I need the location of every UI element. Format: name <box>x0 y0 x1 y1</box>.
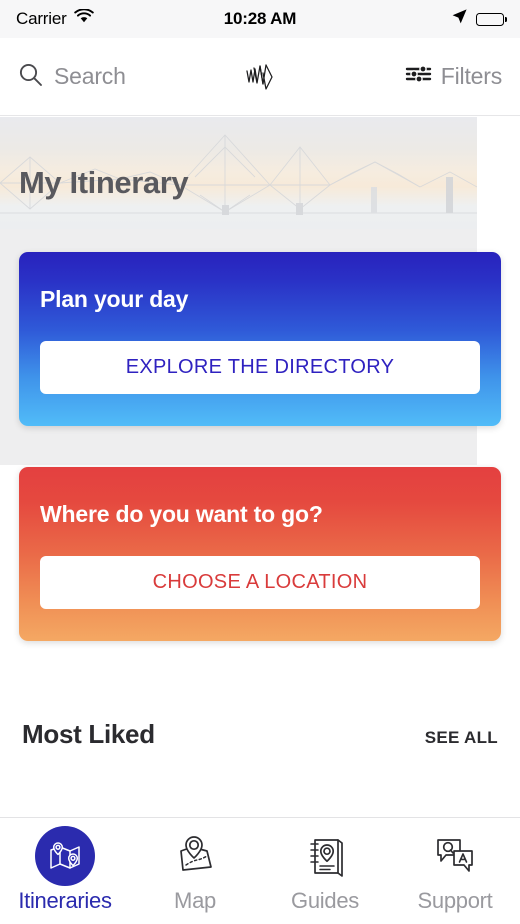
tab-label-itineraries: Itineraries <box>18 888 112 913</box>
notebook-pin-icon <box>293 830 357 882</box>
explore-the-directory-button[interactable]: EXPLORE THE DIRECTORY <box>40 341 480 394</box>
tab-map[interactable]: Map <box>130 818 260 924</box>
status-bar-left: Carrier <box>16 8 260 29</box>
promo-card-plan-your-day[interactable]: Plan your day EXPLORE THE DIRECTORY <box>19 252 501 426</box>
search-input[interactable]: Search <box>18 62 233 92</box>
status-bar-right <box>260 8 507 30</box>
choose-a-location-button[interactable]: CHOOSE A LOCATION <box>40 556 480 609</box>
promo-card-heading: Where do you want to go? <box>40 501 323 527</box>
see-all-link[interactable]: SEE ALL <box>425 728 498 748</box>
tab-guides[interactable]: Guides <box>260 818 390 924</box>
most-liked-section-header: Most Liked SEE ALL <box>0 719 520 750</box>
filters-label: Filters <box>440 63 502 89</box>
promo-card-heading: Plan your day <box>40 286 189 312</box>
search-icon <box>18 62 43 92</box>
location-arrow-icon <box>451 8 468 30</box>
section-title: Most Liked <box>22 719 155 749</box>
sliders-icon <box>405 62 432 91</box>
tab-support[interactable]: Support <box>390 818 520 924</box>
map-route-pins-icon <box>35 826 95 886</box>
filters-button[interactable]: Filters <box>287 62 502 91</box>
tab-label-map: Map <box>174 888 216 913</box>
search-placeholder-label: Search <box>54 63 126 89</box>
status-bar: Carrier 10:28 AM <box>0 0 520 38</box>
map-pin-icon <box>163 830 227 882</box>
qa-speech-bubbles-icon <box>423 830 487 882</box>
app-screen: Carrier 10:28 AM Search Filters My Itine… <box>0 0 520 924</box>
carrier-label: Carrier <box>16 9 67 28</box>
tab-label-support: Support <box>417 888 493 913</box>
scroll-content[interactable]: My Itinerary Plan your day EXPLORE THE D… <box>0 117 520 817</box>
promo-card-where-to-go[interactable]: Where do you want to go? CHOOSE A LOCATI… <box>19 467 501 641</box>
page-title: My Itinerary <box>19 165 189 200</box>
wifi-icon <box>73 8 94 29</box>
search-navbar: Search Filters <box>0 38 520 116</box>
tab-label-guides: Guides <box>291 888 359 913</box>
bottom-tab-bar: Itineraries Map Guides Support <box>0 817 520 924</box>
tab-itineraries[interactable]: Itineraries <box>0 818 130 924</box>
battery-icon <box>476 12 507 26</box>
app-logo-zigzag-icon[interactable] <box>233 57 287 97</box>
